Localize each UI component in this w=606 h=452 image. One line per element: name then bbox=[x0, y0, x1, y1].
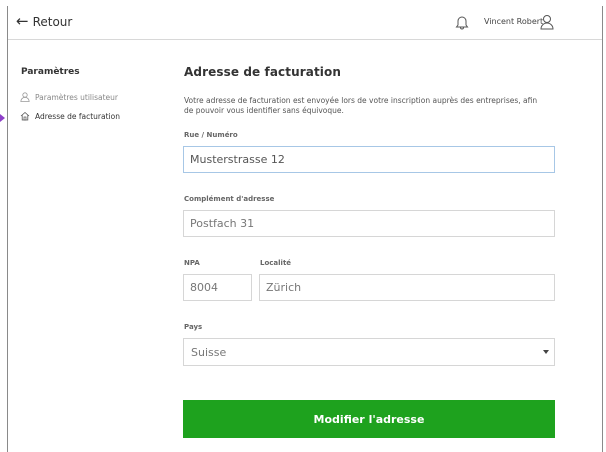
country-label: Pays bbox=[184, 323, 203, 331]
sidebar-item-user-settings[interactable]: Paramètres utilisateur bbox=[20, 92, 118, 102]
country-select[interactable]: Suisse bbox=[183, 338, 555, 366]
back-label: Retour bbox=[32, 14, 73, 29]
sidebar-item-label: Paramètres utilisateur bbox=[35, 92, 118, 102]
user-icon bbox=[20, 92, 30, 102]
page-description: Votre adresse de facturation est envoyée… bbox=[184, 96, 538, 115]
back-button[interactable]: ← Retour bbox=[16, 14, 72, 29]
app-frame: ← Retour Vincent Robert Paramètres Param… bbox=[0, 6, 603, 452]
complement-label: Complément d'adresse bbox=[184, 195, 275, 203]
bell-icon[interactable] bbox=[454, 14, 470, 30]
caret-down-icon bbox=[543, 350, 549, 354]
user-name[interactable]: Vincent Robert bbox=[484, 17, 543, 26]
street-input[interactable] bbox=[183, 146, 555, 173]
locality-input[interactable] bbox=[259, 274, 555, 301]
locality-label: Localité bbox=[260, 259, 292, 267]
sidebar-item-label: Adresse de facturation bbox=[35, 111, 120, 121]
home-icon bbox=[20, 111, 30, 121]
npa-input[interactable] bbox=[183, 274, 252, 301]
sidebar-item-billing-address[interactable]: Adresse de facturation bbox=[20, 111, 120, 121]
complement-input[interactable] bbox=[183, 210, 555, 237]
arrow-left-icon: ← bbox=[16, 12, 29, 30]
active-page-marker bbox=[0, 114, 5, 122]
sidebar-title: Paramètres bbox=[21, 67, 80, 77]
street-label: Rue / Numéro bbox=[184, 131, 238, 139]
user-icon[interactable] bbox=[540, 14, 554, 30]
country-select-value: Suisse bbox=[191, 346, 227, 359]
page-title: Adresse de facturation bbox=[184, 65, 342, 79]
top-bar: ← Retour Vincent Robert bbox=[8, 6, 602, 40]
npa-label: NPA bbox=[184, 259, 200, 267]
submit-button[interactable]: Modifier l'adresse bbox=[183, 400, 555, 438]
